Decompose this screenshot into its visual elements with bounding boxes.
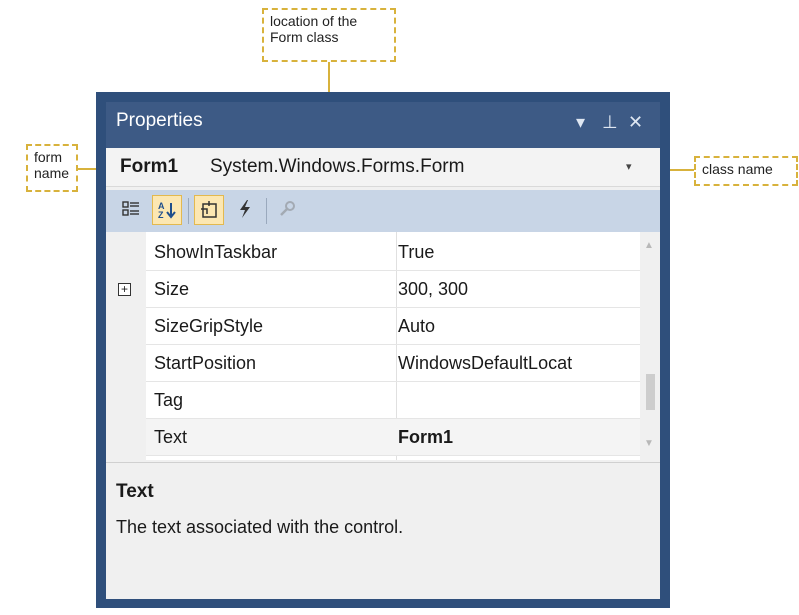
scroll-thumb[interactable] — [646, 374, 655, 410]
expand-icon[interactable]: + — [118, 283, 131, 296]
toolbar-separator-2 — [266, 198, 267, 224]
properties-panel: Properties ▾ ⊥ ✕ Form1 System.Windows.Fo… — [106, 102, 660, 599]
property-value[interactable]: Auto — [398, 316, 638, 337]
property-row[interactable]: Tag — [146, 382, 640, 419]
class-name-callout: class name — [694, 156, 798, 186]
properties-window: Properties ▾ ⊥ ✕ Form1 System.Windows.Fo… — [96, 92, 670, 608]
property-row[interactable]: ShowInTaskbar True — [146, 234, 640, 271]
properties-toolbar: A Z — [106, 190, 660, 232]
scroll-up-icon[interactable]: ▲ — [644, 240, 654, 251]
description-body: The text associated with the control. — [116, 517, 404, 537]
class-name-callout-text: class name — [702, 161, 773, 177]
close-icon[interactable]: ✕ — [628, 112, 643, 133]
property-row[interactable]: StartPosition WindowsDefaultLocat — [146, 345, 640, 382]
property-value[interactable]: Form1 — [398, 427, 638, 448]
toolbar-separator — [188, 198, 189, 224]
panel-title: Properties — [116, 110, 203, 131]
property-row[interactable]: Size 300, 300 — [146, 271, 640, 308]
form-name-callout-text: form name — [34, 149, 70, 181]
title-bar[interactable]: Properties ▾ ⊥ ✕ — [106, 102, 660, 148]
property-name: ShowInTaskbar — [154, 242, 278, 262]
svg-text:Z: Z — [158, 210, 164, 220]
lightning-icon[interactable] — [230, 195, 260, 225]
property-row[interactable]: Text Form1 — [146, 419, 640, 456]
property-name: StartPosition — [154, 353, 257, 373]
chevron-down-icon[interactable]: ▾ — [626, 160, 632, 173]
scroll-down-icon[interactable]: ▼ — [644, 438, 654, 449]
property-name: Tag — [154, 390, 184, 410]
properties-icon[interactable] — [194, 195, 224, 225]
property-row[interactable]: SizeGripStyle Auto — [146, 308, 640, 345]
location-callout-text: location of the Form class — [270, 13, 358, 45]
property-value[interactable]: True — [398, 242, 638, 263]
object-selector[interactable]: Form1 System.Windows.Forms.Form ▾ — [106, 148, 660, 187]
object-name: Form1 — [120, 156, 179, 177]
pin-icon[interactable]: ⊥ — [602, 112, 618, 133]
property-grid: ShowInTaskbar True Size 300, 300 + SizeGripSt… — [106, 232, 660, 460]
dropdown-icon[interactable]: ▾ — [576, 112, 585, 133]
form-name-callout: form name — [26, 144, 78, 192]
property-name: SizeGripStyle — [154, 316, 264, 336]
property-name: Text — [154, 427, 188, 447]
description-title: Text — [116, 481, 154, 502]
property-value[interactable]: 300, 300 — [398, 279, 638, 300]
object-class: System.Windows.Forms.Form — [210, 156, 465, 177]
categorized-icon[interactable] — [116, 195, 146, 225]
description-pane: Text The text associated with the contro… — [106, 462, 660, 599]
property-value[interactable]: WindowsDefaultLocat — [398, 353, 638, 374]
grid-gutter — [106, 232, 146, 460]
vertical-scrollbar[interactable]: ▲ ▼ — [640, 232, 660, 460]
wrench-icon[interactable] — [272, 195, 302, 225]
property-name: Size — [154, 279, 190, 299]
sort-az-icon[interactable]: A Z — [152, 195, 182, 225]
location-callout: location of the Form class — [262, 8, 396, 62]
